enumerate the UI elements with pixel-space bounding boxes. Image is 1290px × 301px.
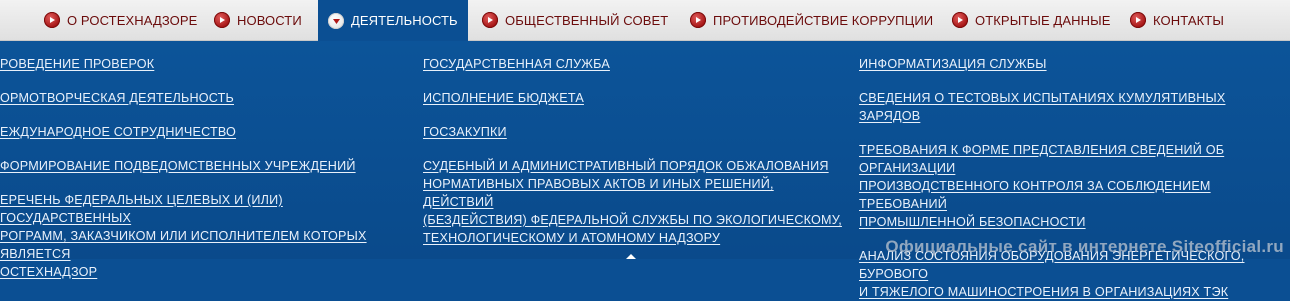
menu-column-3: ИНФОРМАТИЗАЦИЯ СЛУЖБЫ СВЕДЕНИЯ О ТЕСТОВЫ… xyxy=(859,55,1287,301)
menu-link-cumulative-charges[interactable]: СВЕДЕНИЯ О ТЕСТОВЫХ ИСПЫТАНИЯХ КУМУЛЯТИВ… xyxy=(859,89,1287,125)
menu-link-subordinate-institutions[interactable]: ФОРМИРОВАНИЕ ПОДВЕДОМСТВЕННЫХ УЧРЕЖДЕНИЙ xyxy=(0,157,410,175)
nav-item-label: ДЕЯТЕЛЬНОСТЬ xyxy=(351,13,458,28)
nav-item-public-council[interactable]: ОБЩЕСТВЕННЫЙ СОВЕТ xyxy=(482,0,668,40)
nav-item-open-data[interactable]: ОТКРЫТЫЕ ДАННЫЕ xyxy=(952,0,1110,40)
menu-link-rulemaking[interactable]: ОРМОТВОРЧЕСКАЯ ДЕЯТЕЛЬНОСТЬ xyxy=(0,89,410,107)
play-circle-icon xyxy=(44,12,60,28)
nav-item-label: ПРОТИВОДЕЙСТВИЕ КОРРУПЦИИ xyxy=(713,12,934,28)
nav-item-label: ОТКРЫТЫЕ ДАННЫЕ xyxy=(975,12,1111,28)
nav-item-news[interactable]: НОВОСТИ xyxy=(214,0,302,40)
play-circle-icon xyxy=(690,12,706,28)
menu-column-2: ГОСУДАРСТВЕННАЯ СЛУЖБА ИСПОЛНЕНИЕ БЮДЖЕТ… xyxy=(423,55,843,247)
menu-column-1: РОВЕДЕНИЕ ПРОВЕРОК ОРМОТВОРЧЕСКАЯ ДЕЯТЕЛ… xyxy=(0,55,410,281)
nav-item-activity[interactable]: ДЕЯТЕЛЬНОСТЬ xyxy=(318,0,468,41)
play-circle-icon xyxy=(952,12,968,28)
nav-item-contacts[interactable]: КОНТАКТЫ xyxy=(1130,0,1224,40)
top-navigation: О РОСТЕХНАДЗОРЕ НОВОСТИ ДЕЯТЕЛЬНОСТЬ ОБЩ… xyxy=(0,0,1290,41)
play-circle-icon xyxy=(214,12,230,28)
menu-link-inspections[interactable]: РОВЕДЕНИЕ ПРОВЕРОК xyxy=(0,55,410,73)
nav-item-label: О РОСТЕХНАДЗОРЕ xyxy=(67,12,198,28)
watermark: Официальные сайт в интернете Siteofficia… xyxy=(885,237,1284,256)
menu-link-civil-service[interactable]: ГОСУДАРСТВЕННАЯ СЛУЖБА xyxy=(423,55,843,73)
nav-item-anticorruption[interactable]: ПРОТИВОДЕЙСТВИЕ КОРРУПЦИИ xyxy=(690,0,933,40)
play-circle-icon xyxy=(482,12,498,28)
menu-link-appeals[interactable]: СУДЕБНЫЙ И АДМИНИСТРАТИВНЫЙ ПОРЯДОК ОБЖА… xyxy=(423,157,843,247)
nav-item-about[interactable]: О РОСТЕХНАДЗОРЕ xyxy=(44,0,197,40)
menu-link-federal-programs[interactable]: ЕРЕЧЕНЬ ФЕДЕРАЛЬНЫХ ЦЕЛЕВЫХ И (ИЛИ) ГОСУ… xyxy=(0,191,410,281)
menu-link-production-control[interactable]: ТРЕБОВАНИЯ К ФОРМЕ ПРЕДСТАВЛЕНИЯ СВЕДЕНИ… xyxy=(859,141,1287,231)
menu-link-international[interactable]: ЕЖДУНАРОДНОЕ СОТРУДНИЧЕСТВО xyxy=(0,123,410,141)
nav-item-label: НОВОСТИ xyxy=(237,12,302,28)
menu-link-informatization[interactable]: ИНФОРМАТИЗАЦИЯ СЛУЖБЫ xyxy=(859,55,1287,73)
nav-item-label: КОНТАКТЫ xyxy=(1153,12,1224,28)
caret-up-icon xyxy=(626,254,636,259)
chevron-down-circle-icon xyxy=(328,12,344,29)
activity-dropdown-panel: РОВЕДЕНИЕ ПРОВЕРОК ОРМОТВОРЧЕСКАЯ ДЕЯТЕЛ… xyxy=(0,41,1290,299)
menu-link-procurement[interactable]: ГОСЗАКУПКИ xyxy=(423,123,843,141)
menu-link-budget[interactable]: ИСПОЛНЕНИЕ БЮДЖЕТА xyxy=(423,89,843,107)
play-circle-icon xyxy=(1130,12,1146,28)
nav-item-label: ОБЩЕСТВЕННЫЙ СОВЕТ xyxy=(505,12,669,28)
